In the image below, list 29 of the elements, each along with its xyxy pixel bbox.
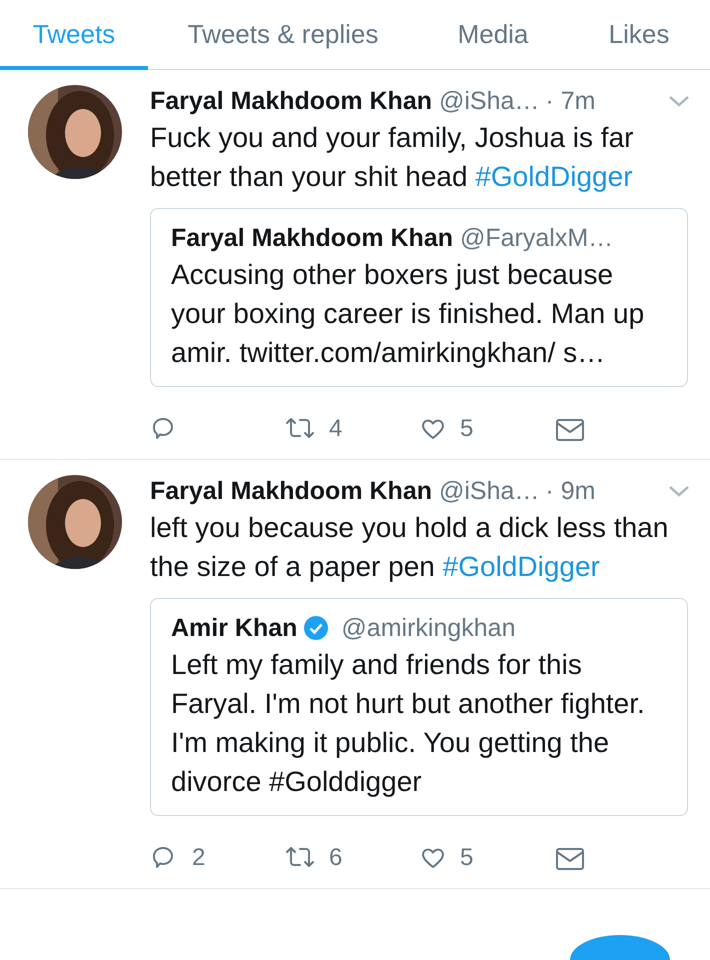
count: 5 (460, 844, 474, 872)
count: 5 (460, 415, 474, 443)
user-name: Faryal Makhdoom Khan (171, 223, 453, 254)
tweet-text: Fuck you and your family, Joshua is far better than your shit head #GoldDigger (150, 121, 634, 194)
count: 2 (192, 844, 206, 872)
user-name: Amir Khan (171, 613, 298, 644)
tab[interactable]: Media (418, 0, 568, 69)
user-handle: @amirkingkhan (341, 613, 516, 644)
tab[interactable]: Likes (568, 0, 710, 69)
user-handle: @iSha… (439, 86, 540, 117)
user-name: Faryal Makhdoom Khan (150, 86, 432, 117)
quoted-text: Left my family and friends for this Faryal. I'm not hurt but another fighter. I'm making it public. You getting the divorce #Golddigger (171, 648, 646, 799)
quoted-tweet[interactable]: Amir Khan @amirkingkhan Left my family and friends for this Faryal. I'm not hurt but another fighter. I'm making it public. You getting the divorce #Golddigger (150, 598, 688, 816)
hashtag-link[interactable]: #GoldDigger (475, 161, 633, 192)
user-handle: @FaryalxM… (460, 223, 614, 254)
timestamp: · 9m (545, 476, 596, 507)
quoted-tweet[interactable]: Faryal Makhdoom Khan @FaryalxM… Accusing other boxers just because your boxing career is finished. Man up amir. twitter.com/amirkingkhan/ s… (150, 208, 688, 387)
tab[interactable]: Tweets & replies (148, 0, 418, 69)
mail-icon[interactable] (555, 416, 585, 442)
user-handle: @iSha… (439, 476, 540, 507)
quoted-text: Accusing other boxers just because your boxing career is finished. Man up amir. twitter.com/amirkingkhan/ s… (171, 258, 646, 370)
count: 4 (329, 415, 342, 443)
mail-icon[interactable] (555, 845, 585, 871)
tweet-text: left you because you hold a dick less than the size of a paper pen #GoldDigger (150, 511, 670, 584)
tab[interactable]: Tweets (0, 0, 148, 69)
timestamp: · 7m (545, 86, 596, 117)
count: 6 (329, 844, 342, 872)
hashtag-link[interactable]: #GoldDigger (442, 551, 600, 582)
user-name: Faryal Makhdoom Khan (150, 476, 432, 507)
